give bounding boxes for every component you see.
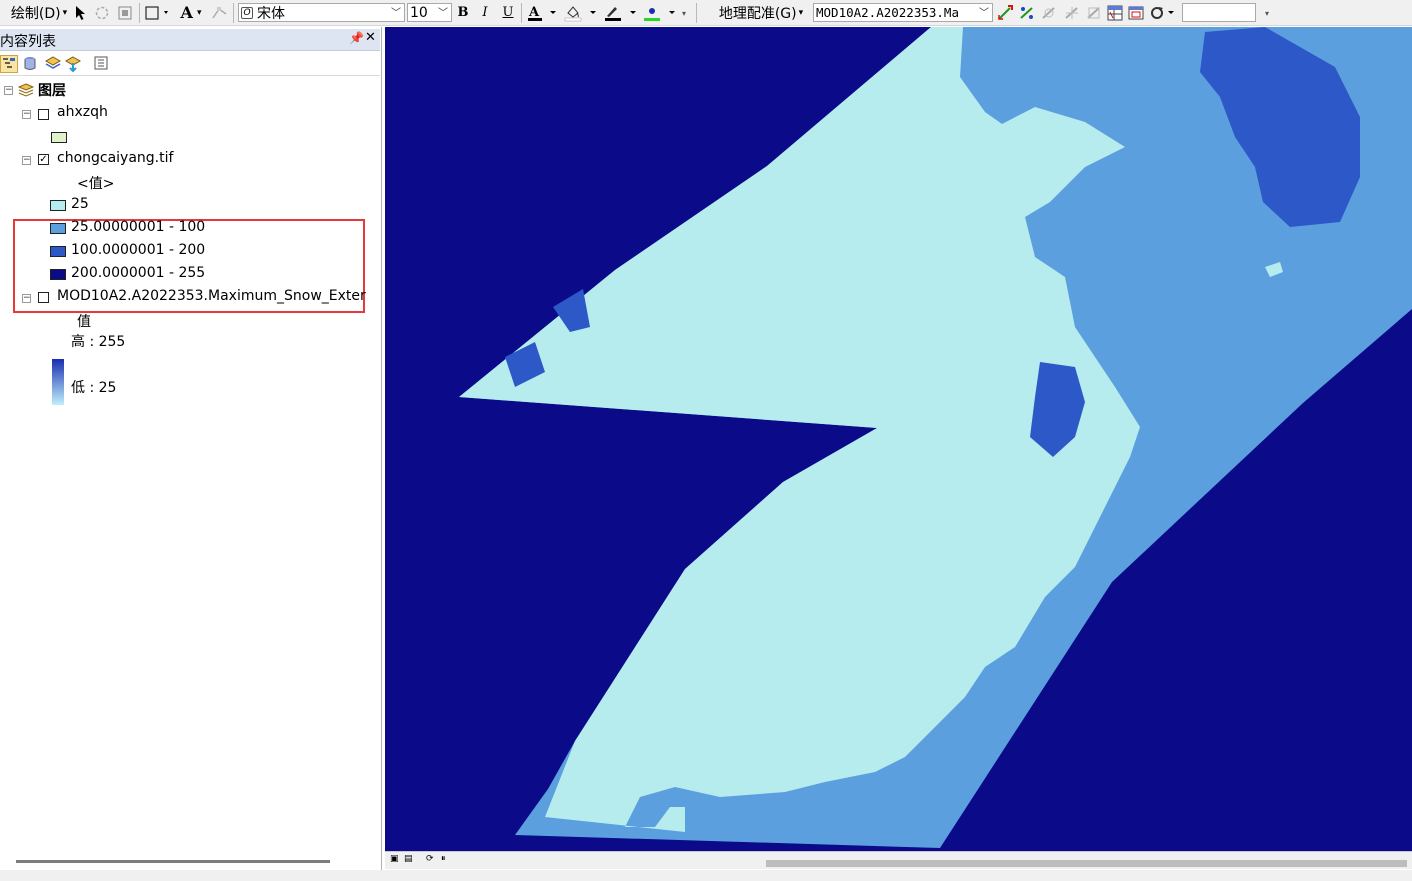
full-extent-icon[interactable] bbox=[1127, 3, 1145, 22]
text-tool-glyph: A bbox=[180, 3, 193, 22]
class-swatch[interactable] bbox=[50, 246, 66, 257]
toc-root-label[interactable]: 图层 bbox=[38, 80, 66, 100]
collapse-layer-icon[interactable]: − bbox=[22, 294, 31, 303]
bold-button[interactable]: B bbox=[455, 3, 471, 22]
shift-georef-icon[interactable] bbox=[1063, 3, 1081, 22]
close-icon[interactable]: ✕ bbox=[365, 30, 376, 45]
class-label: 100.0000001 - 200 bbox=[71, 242, 206, 258]
layer-visibility-checkbox[interactable]: ✓ bbox=[38, 154, 49, 165]
toolbar-overflow-icon[interactable]: ▾ bbox=[681, 8, 687, 20]
auto-adjust-icon[interactable] bbox=[1018, 3, 1036, 22]
toc-options-icon[interactable] bbox=[93, 55, 111, 73]
view-link-table-icon[interactable] bbox=[1106, 3, 1124, 22]
chevron-down-icon[interactable]: ﹀ bbox=[391, 4, 401, 19]
zoom-to-selected-icon[interactable] bbox=[116, 3, 134, 22]
toc-horizontal-scrollbar[interactable] bbox=[16, 860, 330, 863]
toc-toolbar bbox=[0, 52, 380, 76]
add-control-points-icon[interactable] bbox=[996, 3, 1014, 22]
table-of-contents-panel: 内容列表 📌 ✕ − 图层 − ahxzqh − ✓ chongcaiyang.… bbox=[0, 27, 382, 881]
toolbar-overflow-icon[interactable]: ▾ bbox=[1264, 8, 1270, 20]
toolbar-separator bbox=[696, 3, 697, 23]
edit-vertices-icon[interactable] bbox=[210, 3, 230, 22]
class-swatch[interactable] bbox=[50, 269, 66, 280]
stretch-high-label: 高 : 255 bbox=[71, 334, 126, 350]
rotate-georef-icon[interactable] bbox=[1040, 3, 1058, 22]
draw-menu[interactable]: 绘制(D) ▾ bbox=[6, 3, 72, 22]
layer-visibility-checkbox[interactable] bbox=[38, 292, 49, 303]
select-elements-icon[interactable] bbox=[74, 3, 88, 22]
georef-layer-combo[interactable]: MOD10A2.A2022353.Ma ﹀ bbox=[813, 3, 993, 22]
classification-field-label: <值> bbox=[77, 176, 115, 192]
pause-drawing-icon[interactable]: ⏸ bbox=[441, 854, 446, 864]
layer-visibility-checkbox[interactable] bbox=[38, 109, 49, 120]
chevron-down-icon[interactable]: ﹀ bbox=[979, 4, 989, 19]
georeferencing-menu-label: 地理配准(G) bbox=[718, 5, 797, 22]
collapse-layer-icon[interactable]: − bbox=[22, 110, 31, 119]
list-by-source-icon[interactable] bbox=[22, 55, 40, 73]
class-label: 25 bbox=[71, 196, 89, 212]
list-by-drawing-order-icon[interactable] bbox=[0, 55, 18, 73]
layer-name[interactable]: ahxzqh bbox=[57, 104, 108, 120]
font-size-combo[interactable]: 10 ﹀ bbox=[407, 3, 452, 22]
fill-color-button[interactable] bbox=[563, 3, 599, 22]
map-horizontal-scrollbar[interactable] bbox=[766, 860, 1407, 867]
layout-view-icon[interactable]: ▤ bbox=[404, 854, 413, 864]
rectangle-tool-icon[interactable] bbox=[144, 3, 172, 22]
draw-menu-label: 绘制(D) bbox=[10, 5, 61, 22]
underline-button[interactable]: U bbox=[500, 3, 516, 22]
italic-button[interactable]: I bbox=[477, 3, 493, 22]
rotate-map-icon[interactable] bbox=[1149, 3, 1177, 22]
chevron-down-icon[interactable]: ﹀ bbox=[438, 4, 448, 19]
class-swatch[interactable] bbox=[50, 200, 66, 211]
font-color-button[interactable]: A bbox=[526, 3, 558, 22]
toolbar-separator bbox=[233, 3, 234, 23]
status-strip bbox=[0, 870, 1412, 881]
map-view[interactable] bbox=[385, 27, 1412, 851]
scale-georef-icon[interactable] bbox=[1085, 3, 1103, 22]
ahxzqh-symbol-swatch[interactable] bbox=[51, 132, 67, 143]
layer-name[interactable]: MOD10A2.A2022353.Maximum_Snow_Exter bbox=[57, 288, 377, 304]
font-name-value: 宋体 bbox=[257, 5, 285, 22]
line-color-button[interactable] bbox=[603, 3, 639, 22]
collapse-root-icon[interactable]: − bbox=[4, 86, 13, 95]
georef-layer-value: MOD10A2.A2022353.Ma bbox=[816, 5, 959, 20]
map-canvas[interactable] bbox=[385, 27, 1412, 851]
list-by-selection-icon[interactable] bbox=[64, 55, 82, 73]
georeferencing-menu[interactable]: 地理配准(G) ▾ bbox=[715, 3, 807, 22]
list-by-visibility-icon[interactable] bbox=[44, 55, 62, 73]
data-view-icon[interactable]: ▣ bbox=[390, 854, 399, 864]
toc-title-bar: 内容列表 📌 ✕ bbox=[0, 29, 380, 51]
rotate-icon[interactable] bbox=[94, 3, 110, 22]
opentype-font-icon: O bbox=[241, 6, 253, 19]
class-label: 200.0000001 - 255 bbox=[71, 265, 206, 281]
color-ramp-swatch[interactable] bbox=[52, 359, 64, 405]
layer-name[interactable]: chongcaiyang.tif bbox=[57, 150, 173, 166]
svg-text:A: A bbox=[528, 5, 540, 20]
collapse-layer-icon[interactable]: − bbox=[22, 156, 31, 165]
font-size-value: 10 bbox=[410, 4, 428, 21]
toolbar-separator bbox=[521, 3, 522, 23]
marker-color-button[interactable] bbox=[642, 3, 678, 22]
class-swatch[interactable] bbox=[50, 223, 66, 234]
text-tool-icon[interactable]: A ▾ bbox=[176, 3, 206, 22]
stretch-field-label: 值 bbox=[77, 314, 91, 330]
layers-icon bbox=[17, 82, 35, 102]
georef-search-input[interactable] bbox=[1182, 3, 1256, 22]
toc-title: 内容列表 bbox=[0, 34, 56, 50]
toolbar-separator bbox=[139, 3, 140, 23]
class-label: 25.00000001 - 100 bbox=[71, 219, 206, 235]
font-name-combo[interactable]: O 宋体 ﹀ bbox=[238, 3, 405, 22]
stretch-low-label: 低 : 25 bbox=[71, 380, 117, 396]
pin-icon[interactable]: 📌 bbox=[349, 31, 364, 45]
refresh-icon[interactable]: ⟳ bbox=[426, 854, 434, 864]
main-toolbar: 绘制(D) ▾ A ▾ O 宋体 ﹀ 10 ﹀ B I U A ▾ 地理配准(G… bbox=[0, 0, 1412, 26]
